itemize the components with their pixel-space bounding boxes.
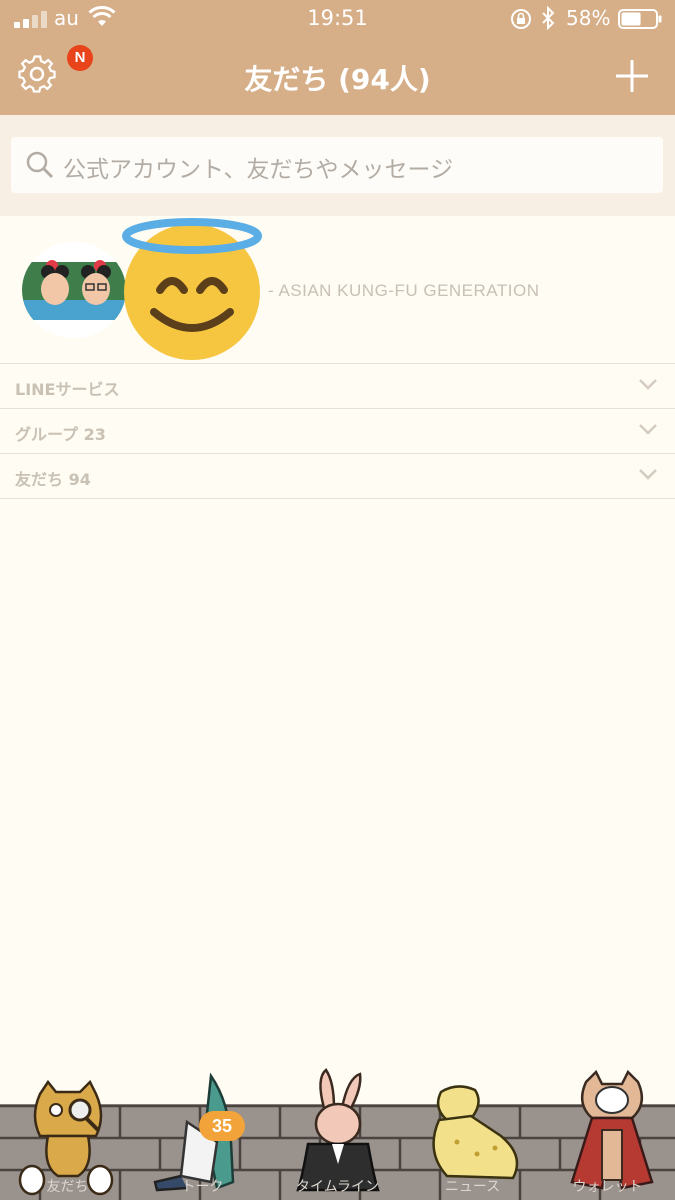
search-placeholder: 公式アカウント、友だちやメッセージ <box>63 157 454 183</box>
section-groups[interactable]: グループ 23 <box>0 409 675 454</box>
talk-unread-badge: 35 <box>199 1111 245 1141</box>
profile-avatar[interactable] <box>22 242 126 338</box>
chevron-down-icon <box>639 424 657 435</box>
top-bar: au 19:51 58% N 友だち (94人) <box>0 0 675 115</box>
bluetooth-icon <box>542 6 555 30</box>
section-label: 友だち 94 <box>15 470 91 489</box>
section-line-services[interactable]: LINEサービス <box>0 364 675 409</box>
chevron-down-icon <box>639 469 657 480</box>
tab-label: ニュース <box>444 1179 501 1195</box>
add-friend-plus-icon[interactable] <box>614 58 650 94</box>
section-label: グループ 23 <box>15 425 106 444</box>
avatar-photo <box>22 242 126 338</box>
tab-timeline[interactable]: タイムライン <box>270 1068 405 1200</box>
tab-label: トーク <box>181 1179 224 1195</box>
section-friends[interactable]: 友だち 94 <box>0 454 675 499</box>
smiling-halo-emoji-icon <box>122 218 262 360</box>
status-message: - ASIAN KUNG-FU GENERATION <box>268 281 540 300</box>
page-title: 友だち (94人) <box>244 63 431 96</box>
search-area: 公式アカウント、友だちやメッセージ <box>0 115 675 216</box>
battery-percent: 58% <box>566 6 611 30</box>
tab-label: タイムライン <box>295 1179 380 1195</box>
search-icon <box>26 151 54 179</box>
my-profile-row[interactable]: - ASIAN KUNG-FU GENERATION <box>0 216 675 364</box>
battery-icon <box>618 9 662 29</box>
section-label: LINEサービス <box>15 380 120 399</box>
tab-friends[interactable]: 友だち <box>0 1068 135 1200</box>
tab-news[interactable]: ニュース <box>405 1068 540 1200</box>
tab-wallet[interactable]: ウォレット <box>540 1068 675 1200</box>
search-input[interactable]: 公式アカウント、友だちやメッセージ <box>11 137 663 193</box>
tab-label: 友だち <box>46 1179 89 1195</box>
status-bar: au 19:51 58% <box>0 0 675 38</box>
chevron-down-icon <box>639 379 657 390</box>
bottom-tab-bar: 友だち トーク タイムライン ニュース ウォレット <box>0 1068 675 1200</box>
orientation-lock-icon <box>511 9 531 29</box>
tab-label: ウォレット <box>572 1179 643 1195</box>
